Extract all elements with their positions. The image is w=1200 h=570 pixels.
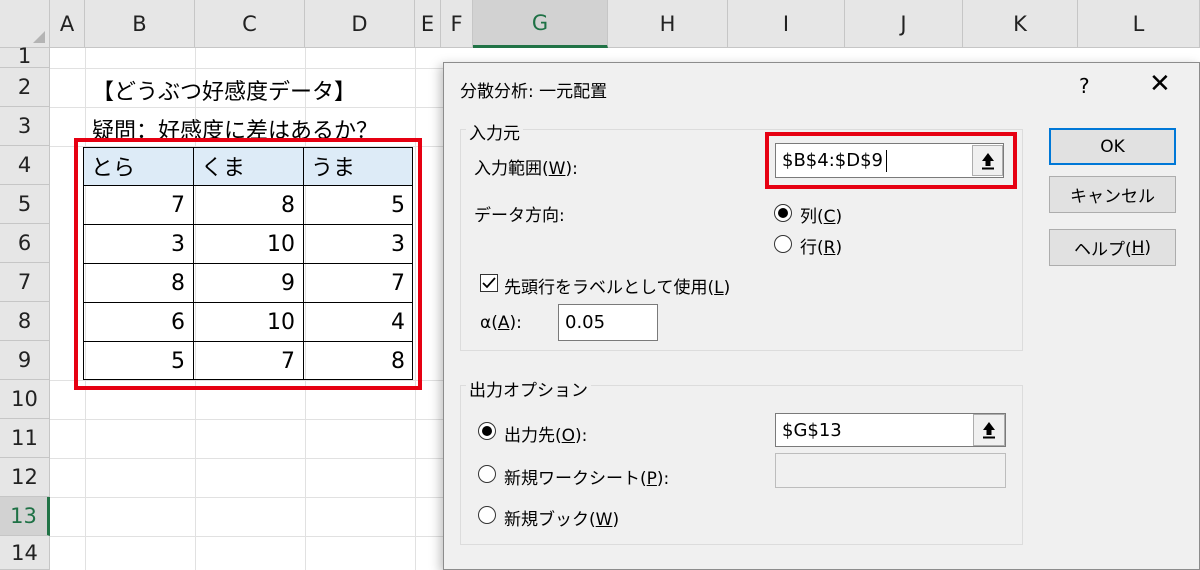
output-range-label: 出力先(O): — [504, 426, 588, 446]
row-header-2[interactable]: 2 — [0, 68, 50, 107]
column-header-b[interactable]: B — [85, 0, 195, 48]
new-workbook-radio[interactable] — [478, 506, 496, 524]
checkmark-icon — [482, 277, 496, 289]
collapse-arrow-icon — [983, 422, 995, 439]
cancel-button[interactable]: キャンセル — [1049, 176, 1176, 213]
column-header-f[interactable]: F — [441, 0, 473, 48]
alpha-label: α(A): — [480, 313, 522, 333]
row-header-14[interactable]: 14 — [0, 536, 50, 570]
column-header-g[interactable]: G — [473, 0, 608, 48]
column-header-e[interactable]: E — [415, 0, 441, 48]
new-worksheet-radio[interactable] — [478, 465, 496, 483]
input-group-label: 入力元 — [466, 119, 523, 144]
alpha-field[interactable]: 0.05 — [558, 304, 658, 341]
direction-column-radio[interactable] — [774, 204, 792, 222]
output-range-collapse-button[interactable] — [973, 414, 1005, 446]
labels-first-row-checkbox[interactable] — [480, 274, 498, 292]
table-highlight-box — [74, 138, 422, 390]
input-range-label: 入力範囲(W): — [474, 159, 578, 179]
column-header-j[interactable]: J — [845, 0, 963, 48]
output-range-field[interactable]: $G$13 — [775, 413, 1006, 447]
row-header-8[interactable]: 8 — [0, 302, 50, 341]
help-button[interactable]: ヘルプ(H) — [1049, 229, 1176, 266]
anova-dialog: 分散分析: 一元配置 ? ✕ 入力元 入力範囲(W): $B$4:$D$9 デー… — [443, 62, 1200, 570]
row-header-3[interactable]: 3 — [0, 107, 50, 146]
new-workbook-label: 新規ブック(W) — [504, 510, 620, 530]
column-header-k[interactable]: K — [963, 0, 1078, 48]
row-header-5[interactable]: 5 — [0, 185, 50, 224]
output-group-label: 出力オプション — [466, 376, 591, 401]
input-range-highlight-box — [765, 132, 1017, 189]
column-header-d[interactable]: D — [305, 0, 415, 48]
close-icon[interactable]: ✕ — [1149, 69, 1171, 99]
column-header-h[interactable]: H — [608, 0, 728, 48]
row-header-6[interactable]: 6 — [0, 224, 50, 263]
data-direction-label: データ方向: — [474, 206, 565, 226]
row-header-4[interactable]: 4 — [0, 146, 50, 185]
direction-column-label: 列(C) — [800, 207, 843, 227]
column-header-l[interactable]: L — [1078, 0, 1200, 48]
column-header-c[interactable]: C — [195, 0, 305, 48]
row-header-10[interactable]: 10 — [0, 380, 50, 419]
dialog-title: 分散分析: 一元配置 — [460, 82, 608, 102]
direction-row-label: 行(R) — [800, 238, 843, 258]
new-worksheet-name-field[interactable] — [775, 453, 1006, 488]
help-icon[interactable]: ? — [1079, 74, 1090, 98]
new-worksheet-label: 新規ワークシート(P): — [504, 469, 670, 489]
row-header-13[interactable]: 13 — [0, 497, 50, 536]
labels-first-row-label: 先頭行をラベルとして使用(L) — [504, 278, 731, 298]
direction-row-radio[interactable] — [774, 235, 792, 253]
row-header-7[interactable]: 7 — [0, 263, 50, 302]
row-header-1[interactable]: 1 — [0, 44, 50, 68]
ok-button[interactable]: OK — [1049, 128, 1176, 165]
output-range-radio[interactable] — [478, 422, 496, 440]
row-header-12[interactable]: 12 — [0, 458, 50, 497]
column-header-a[interactable]: A — [50, 0, 85, 48]
sheet-title: 【どうぶつ好感度データ】 — [92, 80, 357, 105]
row-header-11[interactable]: 11 — [0, 419, 50, 458]
column-header-i[interactable]: I — [728, 0, 845, 48]
select-all-corner[interactable] — [0, 0, 50, 48]
row-header-9[interactable]: 9 — [0, 341, 50, 380]
